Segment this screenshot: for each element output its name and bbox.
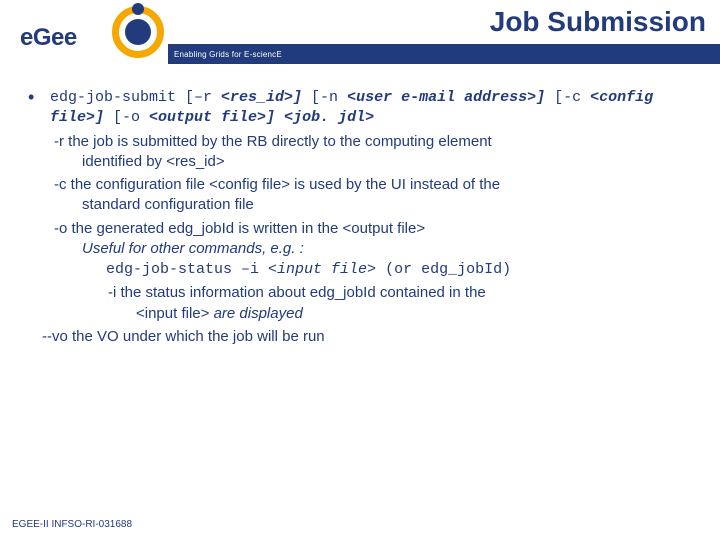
option-vo: --vo the VO under which the job will be … xyxy=(42,327,702,347)
slide-content: • edg-job-submit [–r <res_id>] [-n <user… xyxy=(0,70,720,347)
option-o-useful: Useful for other commands, e.g. : xyxy=(82,239,702,259)
option-c-line1: -c the configuration file <config file> … xyxy=(54,175,702,195)
option-c-line2: standard configuration file xyxy=(54,195,702,215)
command-usage: edg-job-submit [–r <res_id>] [-n <user e… xyxy=(50,88,702,129)
option-i: -i the status information about edg_jobI… xyxy=(108,283,702,324)
option-i-input: <input file> xyxy=(136,305,214,322)
cmd-text: [-o xyxy=(104,109,149,126)
cmd-arg-email: <user e-mail address>] xyxy=(347,89,545,106)
cmd-text: [-n xyxy=(302,89,347,106)
option-i-line2: <input file> are displayed xyxy=(108,304,702,324)
cmd-text: [-c xyxy=(545,89,590,106)
logo-dot-icon xyxy=(125,19,151,45)
option-i-displayed: are displayed xyxy=(214,305,303,322)
example-cmd: edg-job-status –i xyxy=(106,261,268,278)
option-o: -o the generated edg_jobId is written in… xyxy=(54,219,702,281)
example-arg: <input file> xyxy=(268,261,376,278)
cmd-arg-output: <output file>] xyxy=(149,109,275,126)
option-o-example: edg-job-status –i <input file> (or edg_j… xyxy=(106,259,702,280)
footer-ref: EGEE-II INFSO-RI-031688 xyxy=(12,519,132,530)
option-r-line2: identified by <res_id> xyxy=(54,152,702,172)
bullet-icon: • xyxy=(28,88,50,347)
main-bullet: • edg-job-submit [–r <res_id>] [-n <user… xyxy=(28,88,702,347)
option-r-line1: -r the job is submitted by the RB direct… xyxy=(54,132,702,152)
header-bar: Enabling Grids for E-sciencE xyxy=(168,44,720,64)
slide-header: eGee Job Submission Enabling Grids for E… xyxy=(0,0,720,70)
option-c: -c the configuration file <config file> … xyxy=(54,175,702,216)
option-o-line1: -o the generated edg_jobId is written in… xyxy=(54,219,702,239)
example-tail: (or edg_jobId) xyxy=(376,261,511,278)
logo-text: eGee xyxy=(20,24,77,52)
option-i-line1: -i the status information about edg_jobI… xyxy=(108,283,702,303)
egee-logo: eGee xyxy=(12,4,167,60)
cmd-arg-resid: <res_id>] xyxy=(221,89,302,106)
cmd-text: edg-job-submit [–r xyxy=(50,89,221,106)
tagline: Enabling Grids for E-sciencE xyxy=(168,50,282,59)
option-r: -r the job is submitted by the RB direct… xyxy=(54,132,702,173)
bullet-body: edg-job-submit [–r <res_id>] [-n <user e… xyxy=(50,88,702,347)
cmd-arg-jdl: <job. jdl> xyxy=(284,109,374,126)
slide-title: Job Submission xyxy=(490,6,706,38)
